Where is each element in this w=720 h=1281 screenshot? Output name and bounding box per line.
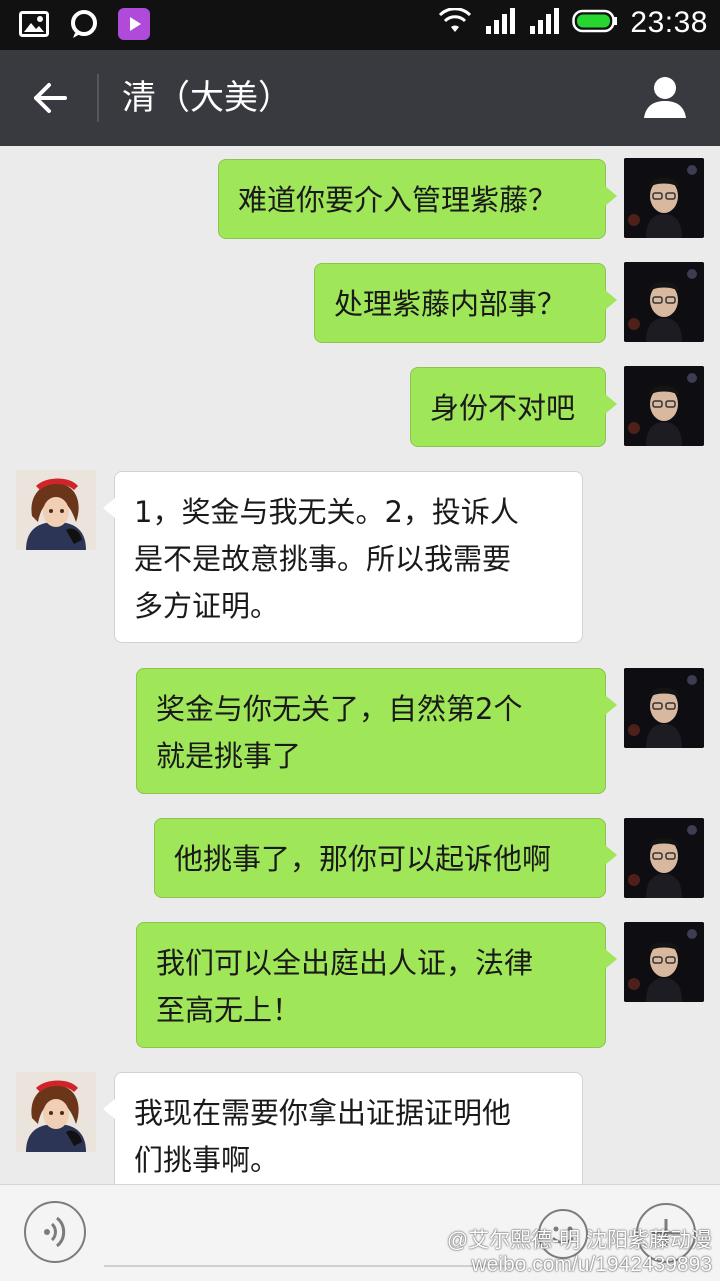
message-text-line: 难道你要介入管理紫藤？ [238, 183, 558, 217]
message-text-line: 他挑事了，那你可以起诉他啊 [174, 842, 552, 876]
chat-header: 清（大美） [0, 50, 720, 146]
my-avatar[interactable] [624, 366, 704, 446]
received-message-bubble[interactable]: 我现在需要你拿出证据证明他 们挑事啊。 [103, 1072, 583, 1184]
message-text-line: 奖金与你无关了，自然第2个 [156, 692, 523, 726]
watermark-url: weibo.com/u/1942439893 [471, 1253, 712, 1276]
message-text-line: 就是挑事了 [156, 739, 302, 773]
sent-message-bubble[interactable]: 处理紫藤内部事？ [314, 263, 617, 343]
back-arrow-icon [34, 83, 67, 113]
gallery-notification-icon [18, 8, 50, 40]
battery-icon [572, 9, 618, 37]
sent-message-bubble[interactable]: 奖金与你无关了，自然第2个 就是挑事了 [136, 668, 617, 794]
message-text-line: 们挑事啊。 [134, 1143, 280, 1177]
voice-input-button[interactable] [24, 1201, 86, 1263]
my-avatar[interactable] [624, 262, 704, 342]
clock: 23:38 [630, 6, 708, 39]
signal-icon [528, 8, 560, 38]
status-bar: 23:38 [0, 0, 720, 50]
my-avatar[interactable] [624, 158, 704, 238]
watermark: @艾尔熙德-明 沈阳紫藤动漫 weibo.com/u/1942439893 [447, 1229, 712, 1277]
chat-info-button[interactable] [642, 74, 690, 122]
message-text-line: 处理紫藤内部事？ [334, 287, 567, 321]
message-text-line: 至高无上！ [156, 993, 302, 1027]
message-text-line: 1，奖金与我无关。2，投诉人 [134, 495, 519, 529]
video-player-notification-icon [118, 8, 150, 40]
message-text-line: 身份不对吧 [430, 391, 576, 425]
sent-message-bubble[interactable]: 身份不对吧 [410, 367, 617, 447]
my-avatar[interactable] [624, 668, 704, 748]
wifi-icon [438, 7, 472, 38]
watermark-handle: @艾尔熙德-明 沈阳紫藤动漫 [446, 1229, 712, 1252]
message-text-line: 多方证明。 [134, 589, 280, 623]
sent-message-bubble[interactable]: 我们可以全出庭出人证，法律 至高无上！ [136, 922, 617, 1048]
my-avatar[interactable] [624, 922, 704, 1002]
received-message-bubble[interactable]: 1，奖金与我无关。2，投诉人 是不是故意挑事。所以我需要 多方证明。 [103, 471, 583, 643]
voice-icon [44, 1216, 66, 1248]
header-divider [97, 74, 99, 122]
input-bar: @艾尔熙德-明 沈阳紫藤动漫 weibo.com/u/1942439893 [0, 1184, 720, 1281]
person-icon [644, 77, 686, 118]
contact-avatar[interactable] [16, 470, 96, 550]
message-list[interactable]: 难道你要介入管理紫藤？ 处理紫藤内部事？ 身份不对吧 1，奖金与我无关。2，投诉… [0, 146, 720, 1184]
chat-notification-icon [68, 8, 100, 40]
back-button[interactable] [22, 72, 78, 124]
sent-message-bubble[interactable]: 他挑事了，那你可以起诉他啊 [154, 818, 617, 898]
message-text-line: 我现在需要你拿出证据证明他 [134, 1096, 512, 1130]
message-text-line: 我们可以全出庭出人证，法律 [156, 946, 534, 980]
contact-avatar[interactable] [16, 1072, 96, 1152]
message-text-line: 是不是故意挑事。所以我需要 [134, 542, 512, 576]
my-avatar[interactable] [624, 818, 704, 898]
sent-message-bubble[interactable]: 难道你要介入管理紫藤？ [218, 159, 617, 239]
chat-title: 清（大美） [122, 78, 292, 118]
signal-icon [484, 8, 516, 38]
